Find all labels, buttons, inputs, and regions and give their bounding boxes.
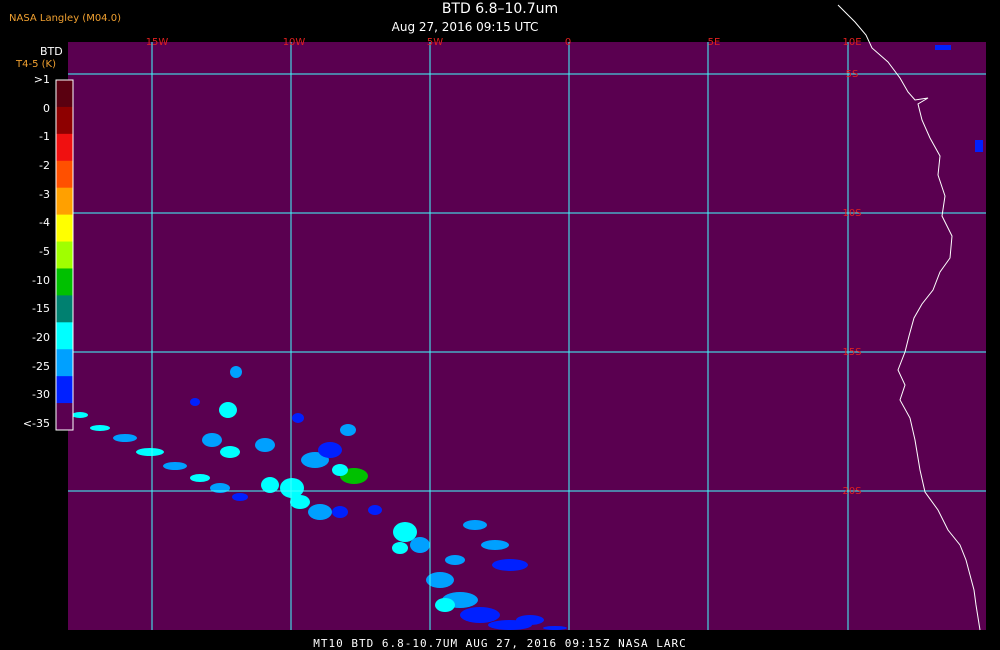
colorbar-swatch — [56, 187, 73, 216]
colorbar-swatch — [56, 241, 73, 269]
colorbar-swatch — [56, 80, 73, 108]
lat-label-15s: 15S — [842, 347, 861, 358]
colorbar-label: -2 — [39, 159, 50, 172]
colorbar-label: -20 — [32, 331, 50, 344]
satellite-map: 15W 10W 5W 0 5E 10E 5S 10S 15S 20S — [0, 0, 1000, 650]
colorbar-swatch — [56, 133, 73, 162]
colorbar-label: -15 — [32, 302, 50, 316]
cloud-blob — [340, 424, 356, 436]
colorbar-units: T4-5 (K) — [16, 59, 56, 70]
cloud-blob — [392, 542, 408, 554]
lon-label-15w: 15W — [146, 37, 169, 48]
cloud-blob — [219, 402, 237, 418]
cloud-blob — [232, 493, 248, 501]
cloud-blob — [445, 555, 465, 565]
colorbar-label: <-35 — [22, 417, 50, 430]
cloud-patch-e — [975, 140, 983, 152]
cloud-blob — [435, 598, 455, 612]
colorbar-label: -5 — [39, 245, 50, 258]
colorbar-label: -25 — [32, 359, 50, 373]
colorbar-label: -10 — [32, 273, 50, 287]
colorbar-title: BTD — [40, 45, 63, 58]
cloud-blob — [190, 398, 200, 406]
cloud-blob — [292, 413, 304, 423]
footer-caption: MT10 BTD 6.8-10.7UM AUG 27, 2016 09:15Z … — [313, 637, 687, 650]
cloud-blob — [332, 506, 348, 518]
cloud-blob — [463, 520, 487, 530]
colorbar-swatch — [56, 322, 73, 350]
colorbar-swatch — [56, 214, 73, 243]
colorbar-swatch — [56, 376, 73, 404]
colorbar-swatch — [56, 295, 73, 323]
cloud-blob — [460, 607, 500, 623]
cloud-blob — [516, 615, 544, 625]
cloud-blob — [220, 446, 240, 458]
colorbar-label: -1 — [39, 130, 50, 144]
page-title: BTD 6.8–10.7um — [441, 1, 559, 17]
colorbar-swatch — [56, 160, 73, 189]
lon-label-5w: 5W — [427, 37, 443, 48]
cloud-blob — [230, 366, 242, 378]
cloud-blob — [308, 504, 332, 520]
cloud-blob — [543, 626, 567, 630]
cloud-blob — [190, 474, 210, 482]
cloud-blob — [290, 495, 310, 509]
colorbar-label: -3 — [39, 187, 50, 201]
lon-label-0: 0 — [565, 37, 571, 48]
cloud-blob — [72, 412, 88, 418]
colorbar-label: >1 — [33, 73, 50, 86]
cloud-blob — [280, 478, 304, 498]
lat-label-5s: 5S — [846, 69, 859, 80]
lon-label-10w: 10W — [283, 37, 306, 48]
cloud-blob — [202, 433, 222, 447]
colorbar-swatch — [56, 349, 73, 377]
cloud-blob — [410, 537, 430, 553]
colorbar — [55, 79, 74, 431]
cloud-blob — [481, 540, 509, 550]
colorbar-swatch — [56, 268, 73, 296]
cloud-blob — [113, 434, 137, 442]
lon-label-10e: 10E — [842, 37, 861, 48]
colorbar-swatch — [56, 403, 73, 431]
colorbar-label: 0 — [43, 101, 50, 115]
cloud-blob — [368, 505, 382, 515]
colorbar-label: -30 — [32, 388, 50, 402]
lat-label-10s: 10S — [842, 208, 861, 219]
page-subtitle: Aug 27, 2016 09:15 UTC — [391, 20, 539, 34]
cloud-blob — [255, 438, 275, 452]
cloud-blob — [318, 442, 342, 458]
colorbar-swatch — [56, 106, 73, 135]
cloud-blob — [163, 462, 187, 470]
lon-label-5e: 5E — [708, 37, 721, 48]
cloud-blob — [332, 464, 348, 476]
cloud-blob — [492, 559, 528, 571]
cloud-patch-ne — [935, 45, 951, 50]
lat-label-20s: 20S — [842, 486, 861, 497]
cloud-blob — [136, 448, 164, 456]
cloud-blob — [90, 425, 110, 431]
colorbar-label: -4 — [39, 216, 50, 230]
